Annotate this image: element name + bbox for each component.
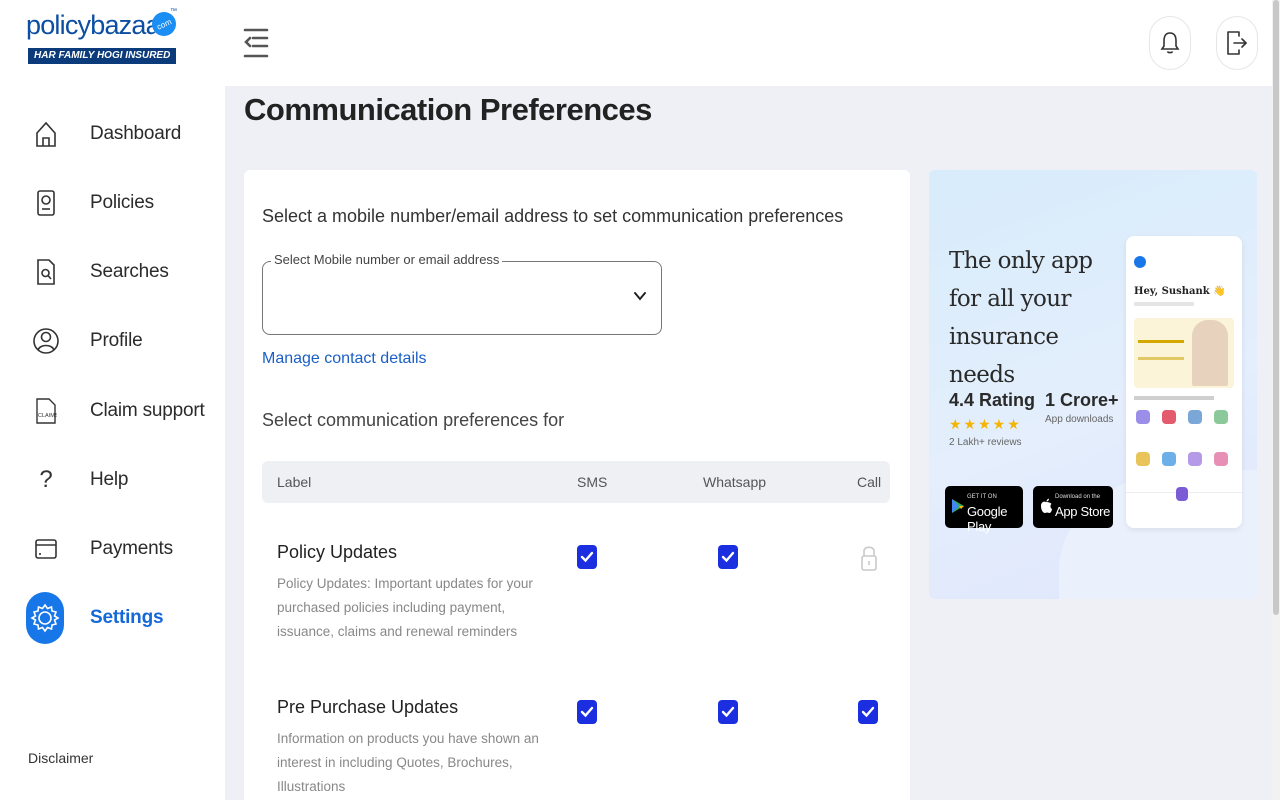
sidebar-item-searches[interactable]: Searches xyxy=(0,246,225,298)
downloads-value: 1 Crore+ xyxy=(1045,390,1119,410)
sidebar-item-help[interactable]: ? Help xyxy=(0,454,225,506)
google-play-small-text: GET IT ON xyxy=(967,494,997,500)
logout-icon xyxy=(1227,31,1247,55)
sidebar-item-label: Payments xyxy=(90,538,173,559)
sidebar-item-label: Searches xyxy=(90,261,169,282)
rating-reviews: 2 Lakh+ reviews xyxy=(949,437,1022,448)
app-store-button[interactable]: Download on the App Store xyxy=(1033,486,1113,528)
column-header-sms: SMS xyxy=(577,474,608,490)
logo-wordmark: policybazaar xyxy=(26,10,169,40)
phone-product-icon xyxy=(1188,452,1202,466)
google-play-icon xyxy=(952,499,964,513)
phone-product-icon xyxy=(1214,410,1228,424)
sidebar-item-settings[interactable]: Settings xyxy=(0,592,225,644)
column-header-call: Call xyxy=(857,474,882,490)
preferences-card: Select a mobile number/email address to … xyxy=(244,170,910,800)
pref-description: Information on products you have shown a… xyxy=(277,731,539,794)
gear-icon xyxy=(26,592,64,644)
policy-document-icon xyxy=(28,185,64,221)
phone-mockup-image: Hey, Sushank 👋 xyxy=(1126,236,1242,528)
google-play-label: Google Play xyxy=(967,504,1008,534)
logo-tagline: HAR FAMILY HOGI INSURED xyxy=(28,48,177,64)
collapse-menu-icon[interactable] xyxy=(243,27,269,59)
whatsapp-checkbox[interactable] xyxy=(718,700,738,724)
app-store-small-text: Download on the xyxy=(1055,494,1101,500)
pref-title: Policy Updates xyxy=(277,542,398,562)
phone-greeting: Hey, Sushank 👋 xyxy=(1134,286,1226,297)
disclaimer-link[interactable]: Disclaimer xyxy=(28,750,93,766)
phone-product-icon xyxy=(1162,410,1176,424)
home-icon xyxy=(28,116,64,152)
preferences-table-header: Label SMS Whatsapp Call xyxy=(262,461,890,503)
app-rating-value: 4.4 Rating xyxy=(949,390,1036,410)
sidebar: Dashboard Policies Searches Profile CLAI… xyxy=(0,86,225,800)
sidebar-item-payments[interactable]: Payments xyxy=(0,523,225,575)
phone-person-image xyxy=(1192,320,1228,386)
policybazaar-logo[interactable]: policybazaar com ™ HAR FAMILY HOGI INSUR… xyxy=(26,8,181,66)
phone-product-icon xyxy=(1136,410,1150,424)
phone-product-icon xyxy=(1136,452,1150,466)
promo-headline: The only app for all your insurance need… xyxy=(949,248,1093,388)
sidebar-item-dashboard[interactable]: Dashboard xyxy=(0,108,225,160)
sidebar-item-label: Dashboard xyxy=(90,123,182,144)
manage-contact-details-link[interactable]: Manage contact details xyxy=(262,350,427,368)
rating-stars: ★★★★★ xyxy=(949,416,1022,432)
phone-bottom-nav xyxy=(1126,487,1242,512)
sidebar-item-profile[interactable]: Profile xyxy=(0,315,225,367)
preferences-for-label: Select communication preferences for xyxy=(262,410,565,430)
phone-caption-line xyxy=(1134,396,1214,400)
apple-icon xyxy=(1041,498,1052,513)
app-store-label: App Store xyxy=(1055,504,1111,519)
column-header-whatsapp: Whatsapp xyxy=(703,474,767,490)
pref-title: Pre Purchase Updates xyxy=(277,697,459,717)
claims-document-icon: CLAIMS xyxy=(28,393,64,429)
phone-nav-icon xyxy=(1176,487,1188,501)
logo-trademark: ™ xyxy=(170,8,177,15)
phone-product-icon xyxy=(1162,452,1176,466)
svg-text:CLAIMS: CLAIMS xyxy=(38,413,57,419)
chevron-down-icon xyxy=(634,292,646,301)
top-header: policybazaar com ™ HAR FAMILY HOGI INSUR… xyxy=(0,0,1272,86)
page-scrollbar[interactable] xyxy=(1272,0,1280,800)
logout-button[interactable] xyxy=(1216,16,1258,70)
phone-product-icon xyxy=(1188,410,1202,424)
phone-app-logo xyxy=(1134,256,1146,268)
page-title: Communication Preferences xyxy=(244,92,652,127)
phone-product-icon xyxy=(1214,452,1228,466)
call-checkbox[interactable] xyxy=(858,700,878,724)
select-contact-heading: Select a mobile number/email address to … xyxy=(262,206,844,226)
card-icon xyxy=(28,531,64,567)
lock-icon xyxy=(860,544,878,572)
google-play-button[interactable]: GET IT ON Google Play xyxy=(945,486,1023,534)
sms-checkbox[interactable] xyxy=(577,700,597,724)
sms-checkbox[interactable] xyxy=(577,545,597,569)
sidebar-item-label: Settings xyxy=(90,607,164,628)
column-header-label: Label xyxy=(277,474,312,490)
question-icon: ? xyxy=(39,466,53,493)
phone-subtext-line xyxy=(1134,302,1194,306)
notifications-button[interactable] xyxy=(1149,16,1191,70)
sidebar-item-label: Policies xyxy=(90,192,154,213)
phone-offer-lines xyxy=(1138,340,1184,360)
sidebar-item-policies[interactable]: Policies xyxy=(0,177,225,229)
user-icon xyxy=(28,323,64,359)
scrollbar-thumb[interactable] xyxy=(1273,0,1279,615)
downloads-label: App downloads xyxy=(1045,414,1114,425)
whatsapp-checkbox[interactable] xyxy=(718,545,738,569)
app-promo-banner[interactable]: The only app for all your insurance need… xyxy=(929,170,1257,599)
sidebar-item-label: Claim support xyxy=(90,400,205,421)
pref-description: Policy Updates: Important updates for yo… xyxy=(277,576,533,639)
contact-select-label: Select Mobile number or email address xyxy=(271,252,503,267)
bell-icon xyxy=(1160,32,1180,54)
contact-select-dropdown[interactable]: Select Mobile number or email address xyxy=(262,252,662,335)
sidebar-item-label: Profile xyxy=(90,330,143,351)
search-document-icon xyxy=(28,254,64,290)
sidebar-item-label: Help xyxy=(90,469,129,490)
sidebar-item-claim-support[interactable]: CLAIMS Claim support xyxy=(0,385,225,437)
